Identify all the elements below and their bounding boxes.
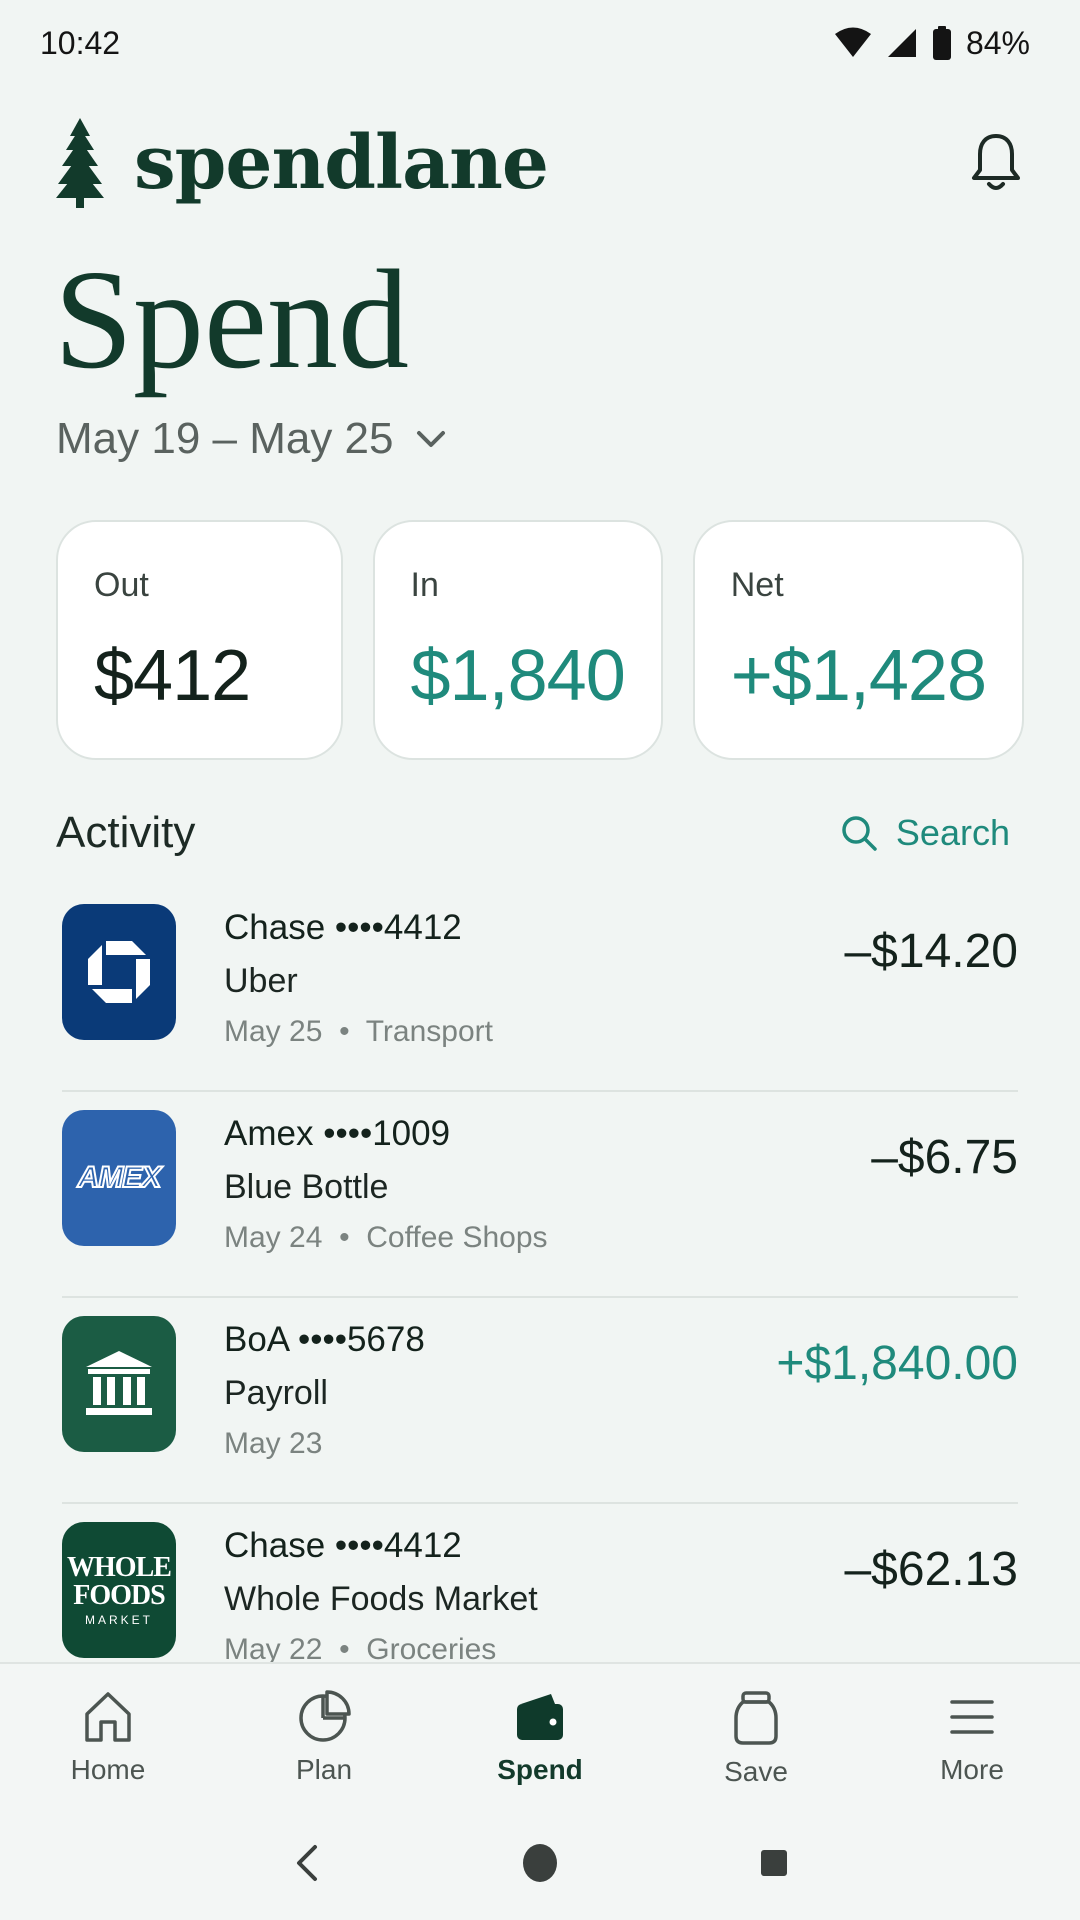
bank-building-icon: [62, 1316, 176, 1452]
transaction-details: Chase ••••4412 Whole Foods Market May 22…: [224, 1526, 538, 1667]
search-label: Search: [895, 812, 1010, 853]
pine-tree-logo-icon: [56, 118, 104, 208]
transaction-account: BoA ••••5678: [224, 1320, 425, 1359]
summary-cards: Out $412 In $1,840 Net +$1,428: [56, 520, 1024, 760]
transaction-list: Chase ••••4412 Uber May 25 • Transport –…: [62, 886, 1018, 1710]
transaction-account: Chase ••••4412: [224, 908, 462, 947]
transaction-merchant: Blue Bottle: [224, 1168, 389, 1206]
date-range-label: May 19 – May 25: [56, 414, 394, 463]
brand: spendlane: [56, 118, 549, 208]
whole-foods-logo-icon: WHOLE FOODS MARKET: [62, 1522, 176, 1658]
page-title: Spend: [54, 240, 409, 398]
transaction-category: Coffee Shops: [366, 1221, 548, 1254]
notifications-button[interactable]: [966, 128, 1026, 198]
nav-label: Save: [724, 1756, 788, 1787]
transaction-category: Transport: [365, 1015, 493, 1048]
chase-logo-icon: [62, 904, 176, 1040]
transaction-details: BoA ••••5678 Payroll May 23: [224, 1320, 425, 1461]
transaction-details: Amex ••••1009 Blue Bottle May 24 • Coffe…: [224, 1114, 548, 1255]
menu-icon: [950, 1700, 994, 1734]
transaction-row[interactable]: BoA ••••5678 Payroll May 23 +$1,840.00: [62, 1298, 1018, 1504]
nav-item-plan[interactable]: Plan: [224, 1664, 424, 1786]
transaction-row[interactable]: Chase ••••4412 Uber May 25 • Transport –…: [62, 886, 1018, 1092]
nav-label: Spend: [497, 1754, 583, 1785]
transaction-date: May 25: [224, 1015, 323, 1048]
summary-label: Net: [730, 566, 784, 604]
search-icon: [842, 816, 877, 851]
battery-icon: [932, 26, 951, 60]
home-circle-icon[interactable]: [522, 1843, 558, 1883]
separator-dot: •: [330, 1015, 358, 1048]
nav-item-more[interactable]: More: [872, 1664, 1072, 1786]
signal-icon: [887, 29, 916, 57]
bottom-nav: Home Plan Spend Save More: [0, 1662, 1080, 1806]
summary-value: +$1,428: [730, 636, 987, 716]
transaction-amount: –$14.20: [844, 925, 1018, 978]
status-bar: 10:42 84%: [0, 0, 1080, 86]
app-header: spendlane: [56, 108, 1026, 218]
bell-icon: [972, 134, 1020, 190]
chevron-down-icon: [416, 431, 445, 447]
separator-dot: •: [330, 1221, 358, 1254]
nav-item-save[interactable]: Save: [656, 1664, 856, 1788]
transaction-amount: +$1,840.00: [776, 1337, 1018, 1390]
amex-logo-icon: AMEX: [62, 1110, 176, 1246]
summary-card-in[interactable]: In $1,840: [372, 520, 663, 760]
transaction-merchant: Payroll: [224, 1374, 328, 1412]
summary-label: Out: [94, 566, 149, 604]
nav-item-spend[interactable]: Spend: [440, 1664, 640, 1786]
status-time: 10:42: [40, 24, 121, 61]
summary-value: $412: [94, 636, 251, 716]
transaction-date: May 23: [224, 1427, 323, 1460]
wifi-icon: [834, 27, 871, 57]
search-button[interactable]: Search: [840, 812, 1010, 854]
summary-label: In: [410, 566, 439, 604]
amex-logo-text: AMEX: [77, 1160, 163, 1195]
date-range-selector[interactable]: May 19 – May 25: [56, 414, 446, 464]
logo-text-line: FOODS: [73, 1580, 165, 1611]
transaction-amount: –$6.75: [871, 1131, 1018, 1184]
transaction-meta: May 25 • Transport: [224, 1015, 493, 1049]
nav-label: More: [940, 1754, 1004, 1785]
battery-level: 84%: [965, 24, 1030, 61]
back-icon[interactable]: [291, 1843, 321, 1883]
activity-header: Activity Search: [56, 808, 1010, 858]
logo-text-line: MARKET: [84, 1613, 153, 1627]
transaction-meta: May 24 • Coffee Shops: [224, 1221, 548, 1255]
summary-card-net[interactable]: Net +$1,428: [692, 520, 1024, 760]
transaction-account: Amex ••••1009: [224, 1114, 451, 1153]
nav-label: Plan: [295, 1754, 353, 1785]
transaction-details: Chase ••••4412 Uber May 25 • Transport: [224, 908, 493, 1049]
wallet-icon: [517, 1694, 563, 1740]
nav-item-home[interactable]: Home: [8, 1664, 208, 1786]
transaction-amount: –$62.13: [844, 1543, 1018, 1596]
brand-name: spendlane: [134, 120, 549, 206]
status-icons: 84%: [834, 25, 1030, 62]
summary-card-out[interactable]: Out $412: [56, 520, 343, 760]
transaction-meta: May 23: [224, 1427, 425, 1461]
recents-square-icon[interactable]: [759, 1848, 789, 1878]
transaction-row[interactable]: AMEX Amex ••••1009 Blue Bottle May 24 • …: [62, 1092, 1018, 1298]
transaction-merchant: Whole Foods Market: [224, 1580, 538, 1618]
system-nav-bar: [0, 1806, 1080, 1920]
jar-icon: [734, 1691, 778, 1745]
nav-label: Home: [70, 1754, 146, 1785]
transaction-merchant: Uber: [224, 962, 298, 1000]
transaction-date: May 24: [224, 1221, 323, 1254]
transaction-account: Chase ••••4412: [224, 1526, 462, 1565]
summary-value: $1,840: [410, 636, 626, 716]
activity-title: Activity: [56, 808, 196, 857]
pie-chart-icon: [299, 1690, 351, 1742]
home-icon: [85, 1692, 131, 1742]
logo-text-line: WHOLE: [67, 1552, 172, 1583]
